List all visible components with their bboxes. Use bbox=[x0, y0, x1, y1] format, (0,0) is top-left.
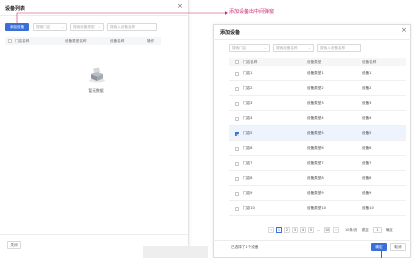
pagination-next[interactable]: › bbox=[333, 227, 339, 233]
goto-page-input[interactable]: 1 bbox=[373, 227, 382, 233]
pagination-page[interactable]: 5 bbox=[308, 227, 314, 233]
device-name-cell: 设备7 bbox=[362, 161, 372, 165]
device-name-cell: 设备3 bbox=[362, 101, 372, 105]
row-checkbox[interactable] bbox=[235, 191, 239, 196]
table-row[interactable]: 门店9 设备类型9 设备9 bbox=[229, 186, 406, 201]
device-type-cell: 设备类型2 bbox=[307, 86, 324, 90]
row-checkbox[interactable] bbox=[235, 206, 239, 211]
device-type-cell: 设备类型9 bbox=[307, 191, 324, 195]
device-name-cell: 设备2 bbox=[362, 86, 372, 90]
add-device-title: 添加设备 bbox=[220, 30, 241, 36]
store-select[interactable]: 搜索门店 ⌄ bbox=[229, 44, 270, 52]
annotation-arrow bbox=[16, 11, 228, 23]
pagination-page[interactable]: 1 bbox=[276, 227, 282, 233]
row-checkbox[interactable] bbox=[235, 101, 239, 106]
device-name-cell: 设备4 bbox=[362, 116, 372, 120]
column-header: 设备名称 bbox=[362, 60, 377, 64]
table-row[interactable]: 门店5 设备类型5 设备5 bbox=[229, 126, 406, 141]
device-type-cell: 设备类型3 bbox=[307, 101, 324, 105]
page-size-select[interactable]: 10条/页 bbox=[345, 227, 357, 233]
pagination-page[interactable]: 3 bbox=[292, 227, 298, 233]
device-type-cell: 设备类型7 bbox=[307, 161, 324, 165]
row-checkbox[interactable] bbox=[235, 86, 239, 91]
device-type-cell: 设备类型6 bbox=[307, 146, 324, 150]
table-row[interactable]: 门店8 设备类型8 设备8 bbox=[229, 171, 406, 186]
annotation-label: 添加设备出中间弹窗 bbox=[229, 9, 275, 15]
store-cell: 门店1 bbox=[243, 71, 253, 75]
device-type-cell: 设备类型8 bbox=[307, 176, 324, 180]
device-name-cell: 设备9 bbox=[362, 191, 372, 195]
table-row[interactable]: 门店10 设备类型10 设备10 bbox=[229, 201, 406, 216]
select-all-checkbox[interactable] bbox=[8, 39, 12, 43]
annotation-line bbox=[381, 251, 382, 258]
table-row[interactable]: 门店2 设备类型2 设备2 bbox=[229, 81, 406, 96]
pagination-page[interactable]: 4 bbox=[300, 227, 306, 233]
device-type-cell: 设备类型4 bbox=[307, 116, 324, 120]
store-select-value: 搜索门店 bbox=[232, 46, 247, 50]
column-header: 操作 bbox=[147, 39, 155, 43]
close-button[interactable]: 关闭 bbox=[7, 241, 21, 249]
device-type-cell: 设备类型10 bbox=[307, 206, 326, 210]
column-header: 设备类型名称 bbox=[65, 39, 87, 43]
device-name-cell: 设备8 bbox=[362, 176, 372, 180]
add-device-table-header: 门店名称 设备类型 设备名称 bbox=[229, 58, 406, 66]
row-checkbox[interactable] bbox=[235, 71, 239, 76]
pagination-page[interactable]: 2 bbox=[284, 227, 290, 233]
table-row[interactable]: 门店3 设备类型3 设备3 bbox=[229, 96, 406, 111]
device-name-cell: 设备10 bbox=[362, 206, 374, 210]
store-cell: 门店4 bbox=[243, 116, 253, 120]
store-cell: 门店3 bbox=[243, 101, 253, 105]
header-divider bbox=[213, 39, 411, 40]
device-name-cell: 设备1 bbox=[362, 71, 372, 75]
goto-confirm[interactable]: 确定 bbox=[386, 227, 393, 233]
pagination-prev[interactable]: ‹ bbox=[268, 227, 274, 233]
table-row[interactable]: 门店1 设备类型1 设备1 bbox=[229, 66, 406, 81]
table-row[interactable]: 门店4 设备类型4 设备4 bbox=[229, 111, 406, 126]
table-row[interactable]: 门店6 设备类型6 设备6 bbox=[229, 141, 406, 156]
row-checkbox[interactable] bbox=[235, 131, 239, 136]
cancel-button[interactable]: 取消 bbox=[390, 243, 406, 251]
background-overlay bbox=[143, 246, 208, 258]
row-checkbox[interactable] bbox=[235, 176, 239, 181]
chevron-down-icon: ⌄ bbox=[307, 46, 311, 50]
store-cell: 门店6 bbox=[243, 146, 253, 150]
store-cell: 门店2 bbox=[243, 86, 253, 90]
device-type-cell: 设备类型5 bbox=[307, 131, 324, 135]
table-row[interactable]: 门店7 设备类型7 设备7 bbox=[229, 156, 406, 171]
row-checkbox[interactable] bbox=[235, 161, 239, 166]
pagination-ellipsis: ... bbox=[317, 228, 321, 232]
store-cell: 门店9 bbox=[243, 191, 253, 195]
store-cell: 门店5 bbox=[243, 131, 253, 135]
footer-divider bbox=[0, 234, 189, 235]
row-checkbox[interactable] bbox=[235, 116, 239, 121]
close-icon[interactable]: × bbox=[177, 3, 183, 10]
store-cell: 门店7 bbox=[243, 161, 253, 165]
column-header: 设备类型 bbox=[307, 60, 322, 64]
footer-divider bbox=[213, 240, 411, 241]
selected-count-text: 已选择了1个设备 bbox=[231, 245, 259, 249]
close-icon[interactable]: × bbox=[401, 27, 407, 34]
confirm-button[interactable]: 确定 bbox=[371, 243, 387, 251]
device-table-header: 门店名称 设备类型名称 设备名称 操作 bbox=[5, 37, 161, 45]
pagination-page[interactable]: 10 bbox=[324, 227, 331, 233]
device-type-cell: 设备类型1 bbox=[307, 71, 324, 75]
device-name-select-value: 搜索设备名称 bbox=[276, 46, 298, 50]
store-cell: 门店8 bbox=[243, 176, 253, 180]
goto-label: 跳至 bbox=[362, 228, 369, 232]
store-cell: 门店10 bbox=[243, 206, 255, 210]
column-header: 设备名称 bbox=[110, 39, 125, 43]
column-header: 门店名称 bbox=[243, 60, 258, 64]
device-name-select[interactable]: 搜索设备名称 ⌄ bbox=[273, 44, 314, 52]
row-checkbox[interactable] bbox=[235, 146, 239, 151]
device-name-cell: 设备5 bbox=[362, 131, 372, 135]
device-name-cell: 设备6 bbox=[362, 146, 372, 150]
empty-box-icon bbox=[89, 67, 105, 83]
select-all-checkbox[interactable] bbox=[235, 60, 239, 64]
column-header: 门店名称 bbox=[15, 39, 30, 43]
empty-state-text: 暂无数据 bbox=[88, 88, 104, 93]
chevron-down-icon: ⌄ bbox=[263, 46, 267, 50]
device-name-search-input[interactable]: 搜索入设备名称 bbox=[317, 44, 361, 52]
